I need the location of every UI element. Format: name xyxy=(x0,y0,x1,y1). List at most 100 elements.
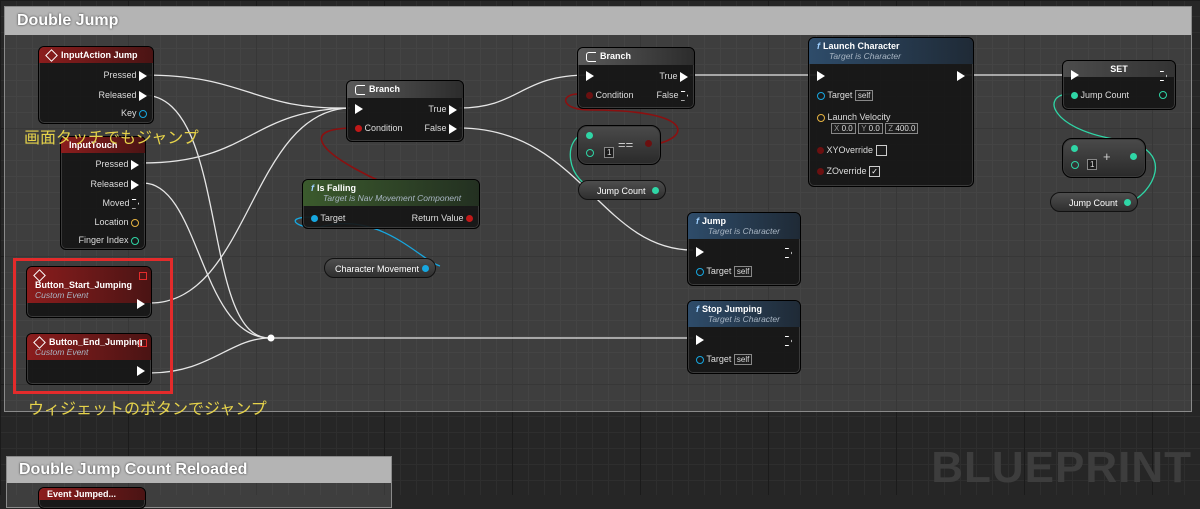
input-touch-node[interactable]: InputTouch Pressed Released Moved Locati… xyxy=(60,136,146,250)
bool-pin-icon[interactable] xyxy=(817,147,824,155)
pin-label: Pressed xyxy=(103,70,137,80)
exec-in-icon[interactable] xyxy=(1071,70,1079,80)
target-pin[interactable]: Target xyxy=(311,213,345,223)
pressed-pin[interactable]: Pressed xyxy=(95,159,139,170)
character-movement-var[interactable]: Character Movement xyxy=(324,258,436,278)
launch-velocity-pin[interactable]: Launch Velocity xyxy=(817,112,891,122)
bool-pin-icon[interactable] xyxy=(817,168,824,176)
is-falling-node[interactable]: f Is Falling Target is Nav Movement Compon… xyxy=(302,179,480,229)
pin-label: Target xyxy=(827,90,853,100)
condition-pin[interactable]: Condition xyxy=(355,123,403,133)
z-field[interactable]: Z 400.0 xyxy=(885,123,919,135)
launch-character-node[interactable]: f Launch Character Target is Character Tar… xyxy=(808,37,974,187)
exec-out-icon[interactable] xyxy=(957,71,965,81)
int-pin-icon[interactable] xyxy=(586,132,593,139)
xy-override-checkbox[interactable] xyxy=(875,145,887,157)
pressed-pin[interactable]: Pressed xyxy=(103,70,147,81)
pin-label: Pressed xyxy=(95,159,129,169)
velocity-fields[interactable]: X 0.0 Y 0.0 Z 400.0 xyxy=(831,123,919,135)
int-pin-icon[interactable] xyxy=(131,236,139,245)
exec-out-icon[interactable] xyxy=(449,104,457,115)
node-title: InputAction Jump xyxy=(61,50,138,60)
stop-jumping-node[interactable]: f Stop Jumping Target is Character Target … xyxy=(687,300,801,374)
object-pin-icon[interactable] xyxy=(311,215,318,223)
object-pin-icon[interactable] xyxy=(696,355,704,364)
int-pin-icon[interactable] xyxy=(1071,92,1078,100)
int-pin-icon[interactable] xyxy=(1071,145,1078,152)
branch-node-2[interactable]: Branch Condition True False xyxy=(577,47,695,109)
target-value[interactable]: self xyxy=(733,266,753,278)
jump-count-var-2[interactable]: Jump Count xyxy=(1050,192,1138,212)
exec-out-hollow-icon[interactable] xyxy=(132,198,139,209)
branch-icon xyxy=(355,84,365,95)
z-override-checkbox[interactable]: ✓ xyxy=(869,166,881,178)
target-pin[interactable]: Target self xyxy=(696,354,753,366)
int-pin-icon[interactable] xyxy=(586,149,594,157)
input-action-jump-node[interactable]: InputAction Jump Pressed Released Key xyxy=(38,46,154,124)
comment-title-2[interactable]: Double Jump Count Reloaded xyxy=(7,457,391,483)
xy-override-pin[interactable]: XYOverride xyxy=(817,145,887,157)
set-jump-count-node[interactable]: SET Jump Count xyxy=(1062,60,1176,110)
exec-out-icon[interactable] xyxy=(131,159,139,170)
key-pin-icon[interactable] xyxy=(139,109,147,118)
exec-out-icon[interactable] xyxy=(449,123,457,134)
exec-in-icon[interactable] xyxy=(355,104,363,114)
y-field[interactable]: Y 0.0 xyxy=(858,123,883,135)
target-pin[interactable]: Target self xyxy=(817,90,874,102)
exec-out-hollow-icon[interactable] xyxy=(785,248,792,258)
moved-pin[interactable]: Moved xyxy=(102,198,139,209)
bool-pin-icon[interactable] xyxy=(355,125,362,133)
int-pin-icon[interactable] xyxy=(1130,153,1137,160)
exec-out-hollow-icon[interactable] xyxy=(785,336,792,346)
bool-pin-icon[interactable] xyxy=(645,140,652,147)
target-pin[interactable]: Target self xyxy=(696,266,753,278)
exec-in-icon[interactable] xyxy=(586,71,594,81)
released-pin[interactable]: Released xyxy=(98,90,147,101)
released-pin[interactable]: Released xyxy=(90,179,139,190)
branch-node-1[interactable]: Branch Condition True False xyxy=(346,80,464,142)
int-pin-icon[interactable] xyxy=(652,187,659,194)
jump-count-var-1[interactable]: Jump Count xyxy=(578,180,666,200)
bool-pin-icon[interactable] xyxy=(586,92,593,100)
true-pin[interactable]: True xyxy=(659,71,688,82)
exec-out-icon[interactable] xyxy=(139,90,147,101)
location-pin[interactable]: Location xyxy=(94,217,139,227)
object-pin-icon[interactable] xyxy=(817,91,825,100)
exec-out-hollow-icon[interactable] xyxy=(681,90,688,101)
target-value[interactable]: self xyxy=(854,90,874,102)
x-field[interactable]: X 0.0 xyxy=(831,123,856,135)
true-pin[interactable]: True xyxy=(428,104,457,115)
target-value[interactable]: self xyxy=(733,354,753,366)
vector-pin-icon[interactable] xyxy=(817,113,825,122)
add-value[interactable]: 1 xyxy=(1087,159,1098,170)
comment-title[interactable]: Double Jump xyxy=(5,7,1191,35)
z-override-pin[interactable]: ZOverride ✓ xyxy=(817,166,881,178)
pin-label: ZOverride xyxy=(826,166,867,176)
exec-in-icon[interactable] xyxy=(696,335,704,345)
int-pin-icon[interactable] xyxy=(1124,199,1131,206)
highlight-box xyxy=(13,258,173,394)
false-pin[interactable]: False xyxy=(424,123,457,134)
add-node[interactable]: 1 + xyxy=(1062,138,1146,178)
jump-node[interactable]: f Jump Target is Character Target self xyxy=(687,212,801,286)
finger-index-pin[interactable]: Finger Index xyxy=(78,235,139,245)
exec-out-icon[interactable] xyxy=(131,179,139,190)
int-pin-icon[interactable] xyxy=(1071,161,1079,169)
condition-pin[interactable]: Condition xyxy=(586,90,634,100)
compare-value[interactable]: 1 xyxy=(604,147,615,158)
false-pin[interactable]: False xyxy=(656,90,688,101)
exec-out-icon[interactable] xyxy=(139,70,147,81)
vector-pin-icon[interactable] xyxy=(131,218,139,227)
exec-out-icon[interactable] xyxy=(680,71,688,82)
object-pin-icon[interactable] xyxy=(696,267,704,276)
key-pin[interactable]: Key xyxy=(121,108,147,118)
equal-node[interactable]: 1 == xyxy=(577,125,661,165)
int-pin-icon[interactable] xyxy=(1159,91,1167,99)
exec-in-icon[interactable] xyxy=(696,247,704,257)
object-pin-icon[interactable] xyxy=(422,265,429,272)
partial-event-node[interactable]: Event Jumped... xyxy=(38,487,146,509)
bool-pin-icon[interactable] xyxy=(466,215,473,223)
jump-count-pin[interactable]: Jump Count xyxy=(1071,90,1129,100)
exec-in-icon[interactable] xyxy=(817,71,825,81)
return-value-pin[interactable]: Return Value xyxy=(412,213,473,223)
